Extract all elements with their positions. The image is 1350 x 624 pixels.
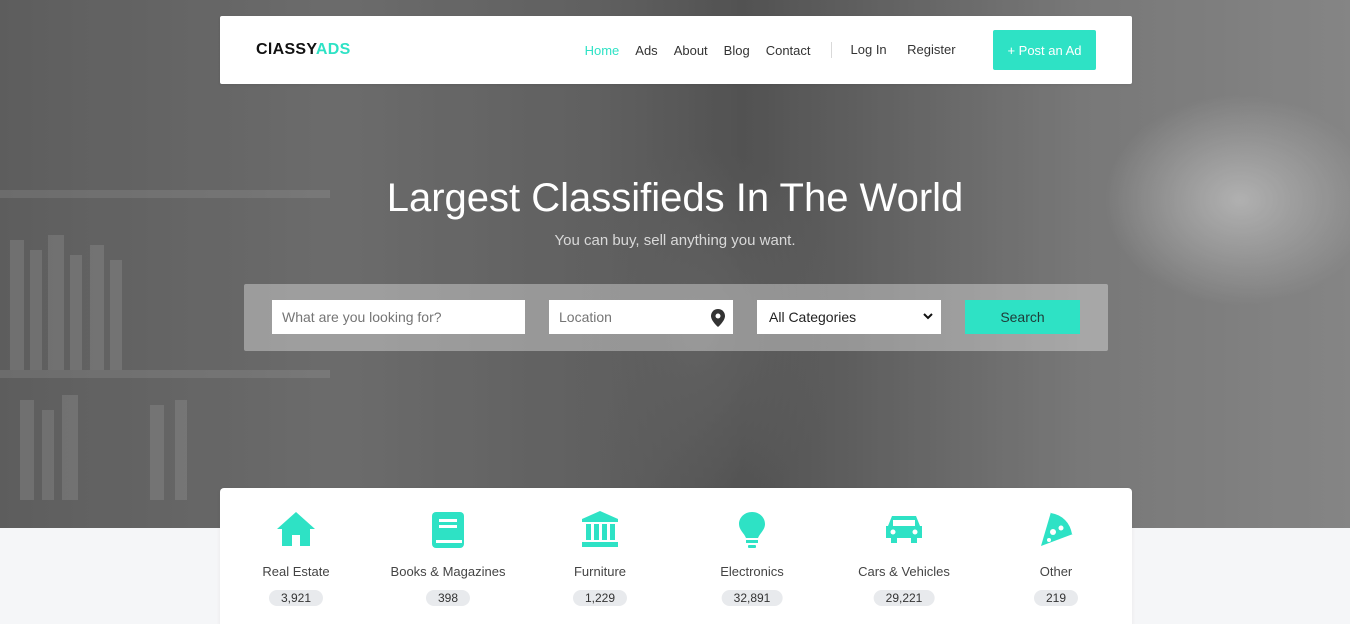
login-link[interactable]: Log In	[851, 42, 887, 57]
building-columns-icon	[524, 510, 676, 550]
nav-link-contact[interactable]: Contact	[766, 43, 811, 58]
logo-main-text: ClASSY	[256, 41, 316, 58]
hero-title: Largest Classifieds In The World	[386, 176, 964, 220]
category-books-magazines[interactable]: Books & Magazines 398	[372, 488, 524, 624]
search-button[interactable]: Search	[965, 300, 1080, 334]
nav-link-blog[interactable]: Blog	[724, 43, 750, 58]
category-label: Books & Magazines	[390, 564, 506, 579]
category-count-badge: 1,229	[572, 590, 628, 606]
category-cars-vehicles[interactable]: Cars & Vehicles 29,221	[828, 488, 980, 624]
car-icon	[828, 510, 980, 550]
category-count-badge: 32,891	[721, 590, 783, 606]
nav-divider	[830, 42, 832, 58]
location-field[interactable]	[549, 300, 733, 334]
nav-link-about[interactable]: About	[674, 43, 708, 58]
category-other[interactable]: Other 219	[980, 488, 1132, 624]
nav-link-home[interactable]: Home	[585, 43, 620, 58]
category-label: Cars & Vehicles	[858, 564, 950, 579]
category-count-badge: 3,921	[268, 590, 324, 606]
home-icon	[220, 510, 372, 550]
register-link[interactable]: Register	[907, 42, 955, 57]
category-electronics[interactable]: Electronics 32,891	[676, 488, 828, 624]
category-label: Other	[1039, 564, 1073, 579]
nav-link-ads[interactable]: Ads	[635, 43, 657, 58]
category-selected-value: All Categories	[769, 309, 857, 325]
category-label: Electronics	[720, 564, 784, 579]
category-select[interactable]: All Categories	[757, 300, 941, 334]
location-input[interactable]	[549, 300, 699, 334]
category-label: Real Estate	[262, 564, 330, 579]
lightbulb-icon	[676, 510, 828, 550]
category-real-estate[interactable]: Real Estate 3,921	[220, 488, 372, 624]
book-icon	[372, 510, 524, 550]
logo-accent-text: ADS	[315, 41, 351, 58]
search-panel: All Categories Search	[244, 284, 1108, 351]
pizza-icon	[980, 510, 1132, 550]
hero-subtitle: You can buy, sell anything you want.	[554, 232, 796, 249]
category-label: Furniture	[573, 564, 627, 579]
category-furniture[interactable]: Furniture 1,229	[524, 488, 676, 624]
post-ad-button[interactable]: + Post an Ad	[993, 30, 1096, 70]
category-count-badge: 219	[1033, 590, 1079, 606]
map-pin-icon	[711, 309, 725, 327]
site-logo[interactable]: ClASSYADS	[256, 41, 351, 59]
search-input[interactable]	[272, 300, 525, 334]
category-strip: Real Estate 3,921 Books & Magazines 398 …	[220, 488, 1132, 624]
top-navbar: ClASSYADS Home Ads About Blog Contact Lo…	[220, 16, 1132, 84]
chevron-down-icon	[923, 313, 933, 320]
category-count-badge: 29,221	[873, 590, 935, 606]
main-nav: Home Ads About Blog Contact	[585, 43, 811, 58]
category-count-badge: 398	[425, 590, 471, 606]
auth-links: Log In Register	[851, 41, 956, 59]
